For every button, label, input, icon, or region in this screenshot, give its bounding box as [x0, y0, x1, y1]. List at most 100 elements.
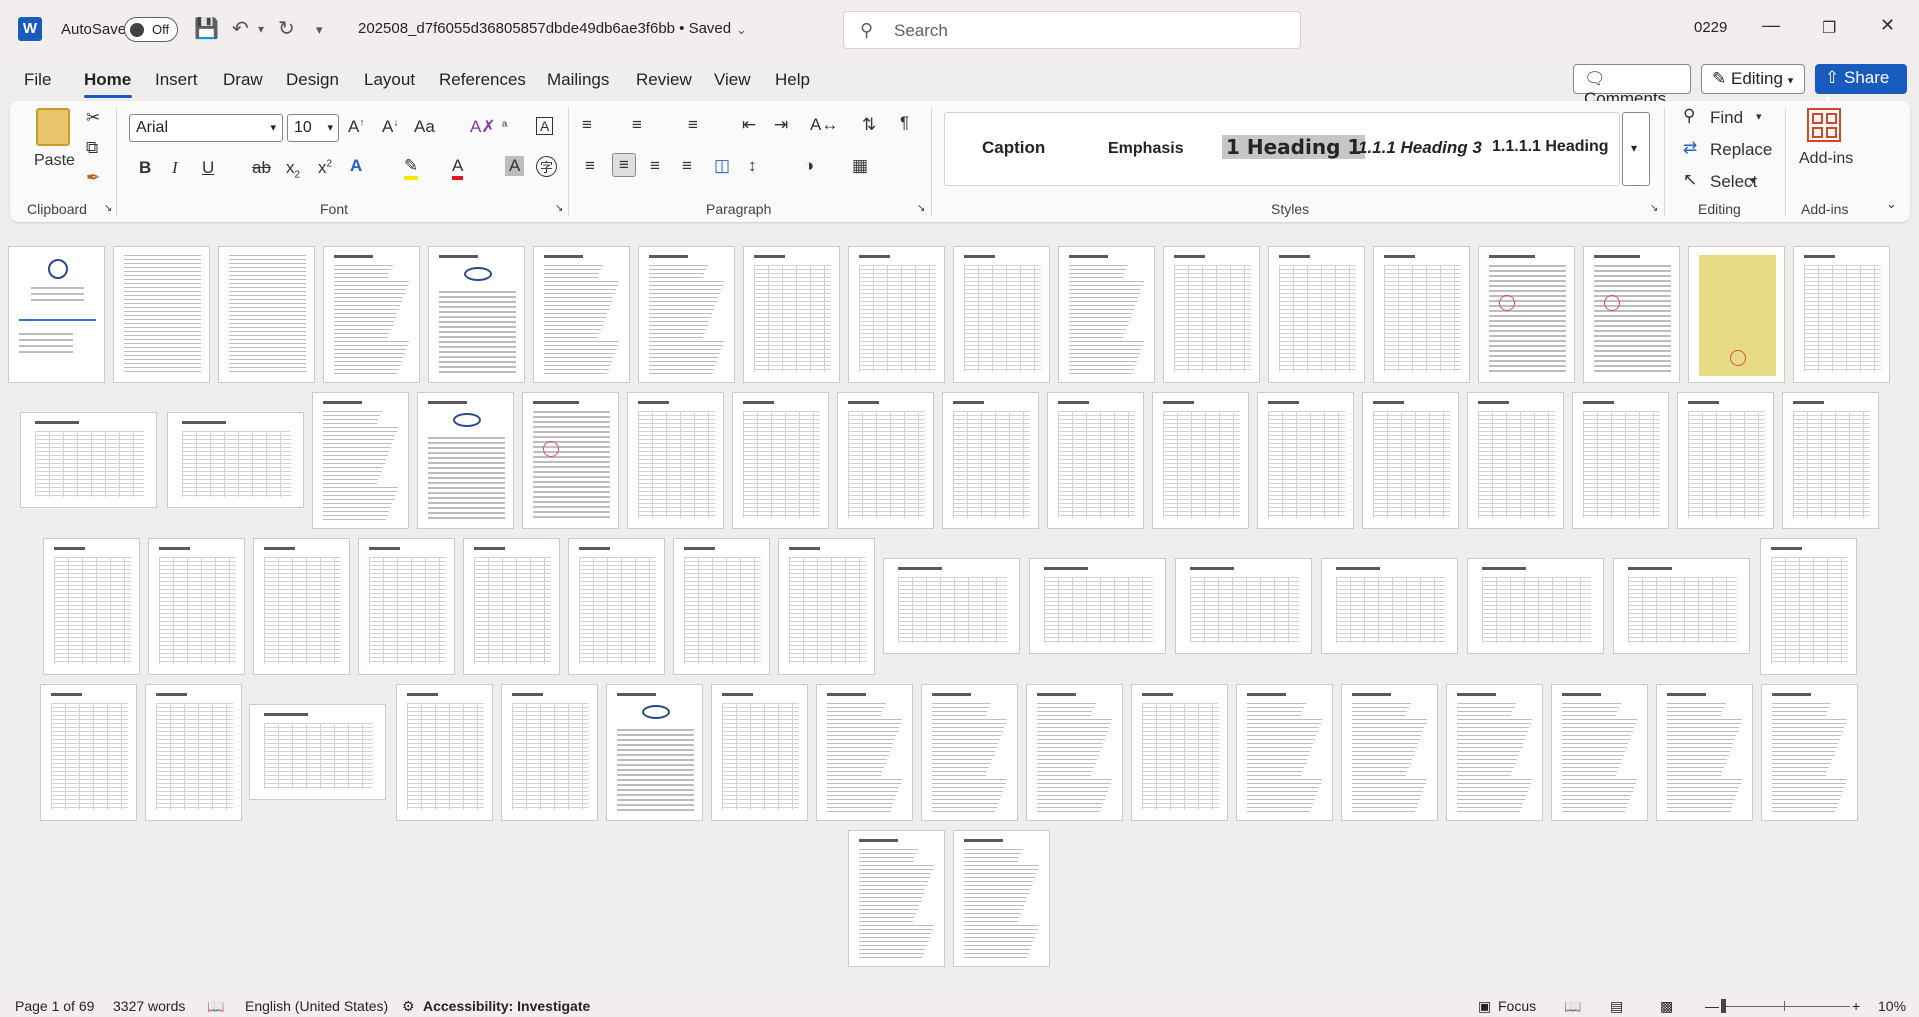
customize-toolbar-icon[interactable]: ▾	[316, 22, 323, 38]
cut-icon[interactable]: ✂	[86, 108, 100, 128]
minimize-icon[interactable]: —	[1762, 15, 1780, 36]
proofing-icon[interactable]: 📖	[207, 998, 224, 1015]
text-effects-icon[interactable]: A	[350, 156, 362, 176]
tab-design[interactable]: Design	[286, 70, 339, 90]
page-thumbnail[interactable]	[1268, 246, 1365, 383]
copy-icon[interactable]: ⧉	[86, 138, 98, 158]
page-thumbnail[interactable]	[1478, 246, 1575, 383]
decrease-indent-icon[interactable]: ⇤	[742, 115, 756, 135]
find-icon[interactable]: ⚲	[1683, 106, 1695, 126]
distributed-icon[interactable]: ◫	[714, 156, 730, 176]
page-thumbnail[interactable]	[417, 392, 514, 529]
zoom-slider-track[interactable]	[1722, 1006, 1850, 1007]
document-title[interactable]: 202508_d7f6055d36805857dbde49db6ae3f6bb …	[358, 20, 731, 37]
page-thumbnail[interactable]	[358, 538, 455, 675]
page-count[interactable]: Page 1 of 69	[15, 998, 94, 1014]
page-thumbnail[interactable]	[533, 246, 630, 383]
tab-layout[interactable]: Layout	[364, 70, 415, 90]
bullets-icon[interactable]: ≡	[582, 115, 592, 135]
show-formatting-icon[interactable]: ¶	[900, 113, 909, 133]
page-thumbnail[interactable]	[606, 684, 703, 821]
multilevel-list-icon[interactable]: ≡	[688, 115, 698, 135]
borders-icon[interactable]: ▦	[852, 156, 868, 176]
paragraph-launcher-icon[interactable]: ↘	[917, 203, 925, 214]
shading-icon[interactable]: ◑	[804, 156, 814, 176]
page-thumbnail[interactable]	[638, 246, 735, 383]
page-thumbnail[interactable]	[1793, 246, 1890, 383]
enclose-characters-icon[interactable]: 字	[536, 156, 558, 177]
page-thumbnail[interactable]	[1572, 392, 1669, 529]
align-center-icon[interactable]: ≡	[612, 153, 636, 177]
tab-mailings[interactable]: Mailings	[547, 70, 609, 90]
zoom-in-icon[interactable]: +	[1852, 998, 1860, 1014]
page-thumbnail[interactable]	[673, 538, 770, 675]
change-case-icon[interactable]: Aa	[414, 117, 435, 137]
select-icon[interactable]: ↖	[1683, 170, 1697, 190]
align-left-icon[interactable]: ≡	[585, 156, 595, 176]
page-thumbnail[interactable]	[1467, 392, 1564, 529]
page-thumbnail[interactable]	[848, 246, 945, 383]
page-thumbnail[interactable]	[1341, 684, 1438, 821]
highlight-icon[interactable]: ✎	[404, 156, 419, 180]
zoom-out-icon[interactable]: —	[1705, 998, 1719, 1014]
page-thumbnail[interactable]	[1373, 246, 1470, 383]
page-thumbnail[interactable]	[1677, 392, 1774, 529]
find-dropdown-icon[interactable]: ▾	[1756, 110, 1762, 123]
asian-layout-icon[interactable]: A↔	[810, 115, 838, 135]
page-thumbnail[interactable]	[1551, 684, 1648, 821]
font-size-combo[interactable]: 10 ▾	[287, 114, 339, 142]
page-thumbnail[interactable]	[1761, 684, 1858, 821]
page-thumbnail-landscape[interactable]	[883, 558, 1020, 654]
select-dropdown-icon[interactable]: ▾	[1750, 174, 1756, 187]
page-thumbnail[interactable]	[501, 684, 598, 821]
style-heading-1[interactable]: 1 Heading 1	[1222, 135, 1366, 159]
read-mode-icon[interactable]: 📖	[1564, 998, 1581, 1015]
page-thumbnail[interactable]	[848, 830, 945, 967]
page-thumbnail[interactable]	[953, 830, 1050, 967]
page-thumbnail-landscape[interactable]	[167, 412, 304, 508]
clear-formatting-icon[interactable]: A✗	[470, 117, 496, 137]
bold-icon[interactable]: B	[139, 158, 151, 178]
style-heading-3[interactable]: 1.1.1 Heading 3	[1358, 138, 1482, 158]
character-border-icon[interactable]: A	[536, 117, 554, 135]
page-thumbnail[interactable]	[145, 684, 242, 821]
page-thumbnail[interactable]	[312, 392, 409, 529]
autosave-toggle[interactable]: Off	[124, 17, 178, 42]
restore-icon[interactable]: ❐	[1822, 18, 1836, 38]
italic-icon[interactable]: I	[172, 158, 178, 178]
focus-button[interactable]: Focus	[1498, 998, 1536, 1014]
styles-more-button[interactable]: ▾	[1622, 112, 1650, 186]
page-thumbnail-landscape[interactable]	[1321, 558, 1458, 654]
zoom-slider-thumb[interactable]	[1721, 999, 1726, 1013]
page-thumbnail[interactable]	[428, 246, 525, 383]
page-thumbnail[interactable]	[1446, 684, 1543, 821]
user-account[interactable]: 0229	[1694, 19, 1727, 36]
page-thumbnail[interactable]	[8, 246, 105, 383]
font-name-combo[interactable]: Arial ▾	[129, 114, 283, 142]
page-thumbnail[interactable]	[816, 684, 913, 821]
replace-button[interactable]: Replace	[1710, 140, 1772, 160]
align-right-icon[interactable]: ≡	[650, 156, 660, 176]
close-icon[interactable]: ✕	[1880, 15, 1895, 36]
page-thumbnail[interactable]	[732, 392, 829, 529]
numbering-icon[interactable]: ≡	[632, 115, 642, 135]
page-thumbnail-landscape[interactable]	[1029, 558, 1166, 654]
add-ins-button[interactable]: Add-ins	[1799, 150, 1853, 168]
page-thumbnail[interactable]	[778, 538, 875, 675]
page-thumbnail[interactable]	[1688, 246, 1785, 383]
accessibility-status[interactable]: Accessibility: Investigate	[423, 998, 590, 1014]
tab-insert[interactable]: Insert	[155, 70, 198, 90]
page-thumbnail[interactable]	[463, 538, 560, 675]
page-thumbnail[interactable]	[953, 246, 1050, 383]
sort-icon[interactable]: ⇅	[862, 115, 876, 135]
save-icon[interactable]: 💾	[194, 16, 219, 41]
page-thumbnail[interactable]	[113, 246, 210, 383]
tab-help[interactable]: Help	[775, 70, 810, 90]
page-thumbnail[interactable]	[627, 392, 724, 529]
page-thumbnail[interactable]	[1047, 392, 1144, 529]
page-thumbnail[interactable]	[1362, 392, 1459, 529]
page-thumbnail[interactable]	[1760, 538, 1857, 675]
shrink-font-icon[interactable]: A↓	[382, 117, 398, 137]
page-thumbnail[interactable]	[837, 392, 934, 529]
style-emphasis[interactable]: Emphasis	[1108, 140, 1184, 158]
